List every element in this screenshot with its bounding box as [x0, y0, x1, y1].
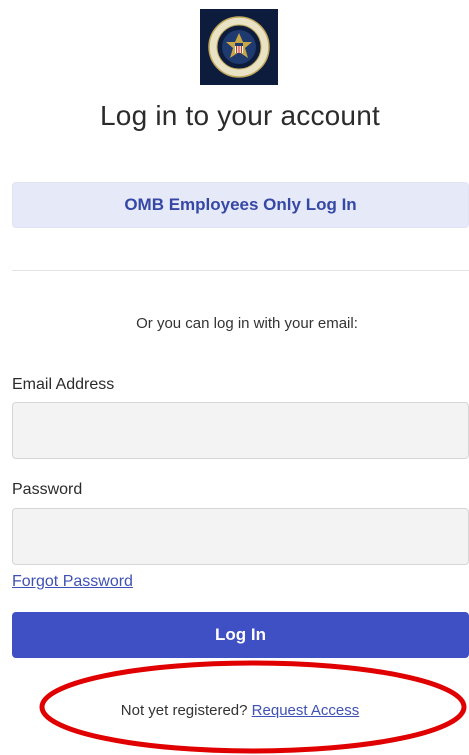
login-submit-button[interactable]: Log In: [12, 612, 469, 658]
email-field[interactable]: [12, 402, 469, 459]
password-field[interactable]: [12, 508, 469, 565]
request-access-link[interactable]: Request Access: [252, 702, 360, 719]
password-label: Password: [12, 481, 83, 498]
omb-employees-login-button[interactable]: OMB Employees Only Log In: [12, 182, 469, 228]
login-page: Log in to your account OMB Employees Onl…: [0, 0, 469, 755]
register-prompt: Not yet registered?: [120, 702, 252, 719]
section-divider: [12, 270, 469, 271]
email-label: Email Address: [12, 376, 115, 393]
email-login-prompt: Or you can log in with your email:: [136, 315, 358, 332]
page-title: Log in to your account: [100, 100, 380, 131]
forgot-password-link[interactable]: Forgot Password: [12, 573, 133, 591]
omb-presidential-seal-icon: [208, 16, 270, 78]
omb-seal-logo: [200, 9, 278, 85]
register-row: Not yet registered? Request Access: [0, 702, 469, 719]
